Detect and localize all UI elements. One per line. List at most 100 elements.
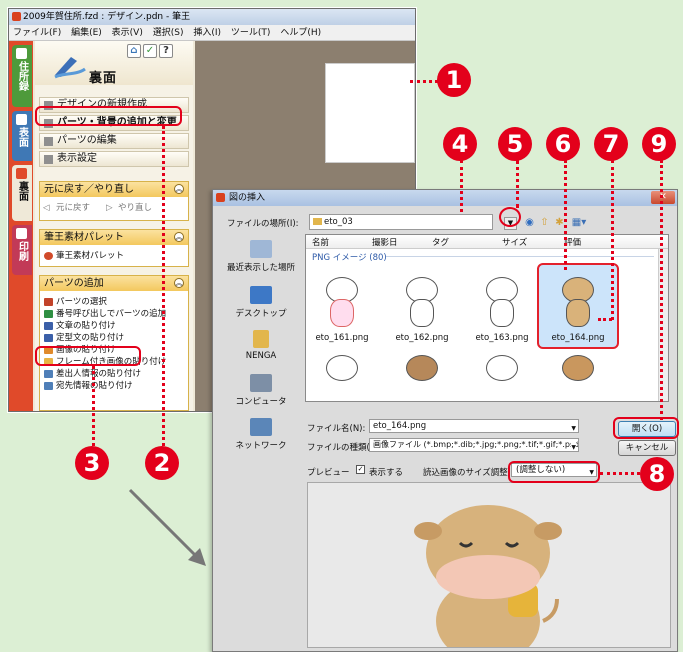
cow-thumbnail-icon <box>549 347 607 407</box>
tab-print[interactable]: 印刷 <box>12 225 32 275</box>
check-icon[interactable]: ✓ <box>143 44 157 58</box>
callout-6: 6 <box>546 127 580 161</box>
back-arrow-icon[interactable]: ◉ <box>523 216 536 229</box>
show-preview-checkbox[interactable]: ✓ <box>356 465 365 474</box>
menu-edit-parts[interactable]: パーツの編集 <box>39 133 189 149</box>
app-icon <box>12 12 21 21</box>
parts-select-item[interactable]: パーツの選択 <box>40 296 188 308</box>
menu-display-settings[interactable]: 表示設定 <box>39 151 189 167</box>
place-recent[interactable]: 最近表示した場所 <box>221 240 301 273</box>
file-item[interactable] <box>466 347 538 411</box>
chevron-down-icon[interactable]: ▼ <box>571 442 576 451</box>
file-item[interactable]: eto_163.png <box>466 269 538 343</box>
section-undo-title: 元に戻す／やり直し <box>44 184 134 195</box>
file-name: eto_163.png <box>475 333 529 343</box>
recent-places-icon <box>250 240 272 258</box>
dialog-icon <box>216 193 225 202</box>
tab-address-book-label: 住所録 <box>16 61 28 91</box>
place-computer[interactable]: コンピュータ <box>221 374 301 407</box>
collapse-icon[interactable]: ︽ <box>174 184 184 194</box>
file-item[interactable]: eto_162.png <box>386 269 458 343</box>
paste-sender-item[interactable]: 差出人情報の貼り付け <box>40 368 188 380</box>
file-item[interactable]: eto_161.png <box>306 269 378 343</box>
tab-back[interactable]: 裏面 <box>12 165 32 221</box>
paste-text-item[interactable]: 文章の貼り付け <box>40 320 188 332</box>
parts-select-label: パーツの選択 <box>56 297 107 307</box>
insert-image-dialog: 図の挿入 ✕ ファイルの場所(I): eto_03 ▼ ◉ ⇧ ✱ ▦▾ 最近表… <box>212 189 678 652</box>
cow-thumbnail-icon <box>473 347 531 407</box>
column-name[interactable]: 名前 <box>312 236 329 248</box>
menu-select[interactable]: 選択(S) <box>153 28 184 38</box>
collapse-icon[interactable]: ︽ <box>174 278 184 288</box>
paste-template-item[interactable]: 定型文の貼り付け <box>40 332 188 344</box>
file-item[interactable] <box>306 347 378 411</box>
filetype-value: 画像ファイル (*.bmp;*.dib;*.jpg;*.png;*.tif;*.… <box>373 440 579 449</box>
location-select[interactable]: eto_03 <box>309 214 493 230</box>
view-menu-icon[interactable]: ▦▾ <box>569 216 589 229</box>
postcard-paper[interactable] <box>325 63 415 163</box>
menu-view[interactable]: 表示(V) <box>112 28 143 38</box>
help-icon[interactable]: ? <box>159 44 173 58</box>
paste-recipient-item[interactable]: 宛先情報の貼り付け <box>40 380 188 392</box>
close-button[interactable]: ✕ <box>651 191 675 204</box>
menu-insert[interactable]: 挿入(I) <box>193 28 221 38</box>
material-palette-item[interactable]: 筆王素材パレット <box>40 250 188 262</box>
callout-line-5 <box>516 160 519 208</box>
location-value: eto_03 <box>324 217 353 227</box>
cancel-button[interactable]: キャンセル <box>618 440 676 456</box>
location-label: ファイルの場所(I): <box>227 219 299 229</box>
callout-line-4 <box>460 160 463 212</box>
paste-text-label: 文章の貼り付け <box>56 321 116 331</box>
network-icon <box>250 418 272 436</box>
menu-tools[interactable]: ツール(T) <box>231 28 271 38</box>
brush-icon <box>54 57 86 79</box>
menu-display-settings-label: 表示設定 <box>57 153 97 164</box>
file-item-selected[interactable]: eto_164.png <box>537 263 619 349</box>
column-date[interactable]: 撮影日 <box>372 236 398 248</box>
filetype-select[interactable]: 画像ファイル (*.bmp;*.dib;*.jpg;*.png;*.tif;*.… <box>369 438 579 452</box>
menu-file[interactable]: ファイル(F) <box>13 28 61 38</box>
section-add-parts-header[interactable]: パーツの追加 ︽ <box>40 276 188 291</box>
menu-help[interactable]: ヘルプ(H) <box>280 28 321 38</box>
place-network[interactable]: ネットワーク <box>221 418 301 451</box>
tab-front[interactable]: 表面 <box>12 111 32 161</box>
cow-preview-icon <box>414 505 562 647</box>
section-add-parts: パーツの追加 ︽ パーツの選択 番号呼び出しでパーツの追加 文章の貼り付け 定型文… <box>39 275 189 411</box>
menu-edit[interactable]: 編集(E) <box>71 28 102 38</box>
section-undo: 元に戻す／やり直し ︽ ◁ 元に戻す ▷ やり直し <box>39 181 189 221</box>
undo-label: 元に戻す <box>56 203 91 213</box>
folder-icon <box>313 218 322 225</box>
chevron-down-icon[interactable]: ▼ <box>571 423 576 435</box>
column-tag[interactable]: タグ <box>432 236 449 248</box>
section-material-header[interactable]: 筆王素材パレット ︽ <box>40 230 188 245</box>
highlight-open-button <box>613 417 679 439</box>
callout-4: 4 <box>443 127 477 161</box>
parts-by-number-item[interactable]: 番号呼び出しでパーツの追加 <box>40 308 188 320</box>
place-desktop[interactable]: デスクトップ <box>221 286 301 319</box>
file-item[interactable] <box>542 347 614 411</box>
place-recent-label: 最近表示した場所 <box>226 263 295 273</box>
place-nenga[interactable]: NENGA <box>221 330 301 361</box>
column-size[interactable]: サイズ <box>502 236 527 248</box>
front-icon <box>16 114 27 125</box>
tab-address-book[interactable]: 住所録 <box>12 45 32 107</box>
highlight-add-parts <box>35 106 182 126</box>
address-book-icon <box>16 48 27 59</box>
section-undo-header[interactable]: 元に戻す／やり直し ︽ <box>40 182 188 197</box>
collapse-icon[interactable]: ︽ <box>174 232 184 242</box>
callout-7: 7 <box>594 127 628 161</box>
group-header: PNG イメージ (80) <box>312 253 387 263</box>
home-icon[interactable]: ⌂ <box>127 44 141 58</box>
filename-input[interactable]: eto_164.png ▼ <box>369 419 579 433</box>
panel-title: 裏面 <box>89 71 118 86</box>
diagonal-arrow-icon <box>128 488 206 566</box>
show-preview-label: 表示する <box>369 468 404 478</box>
callout-line-3 <box>92 366 95 446</box>
number-icon <box>44 310 53 318</box>
filename-label: ファイル名(N): <box>307 424 366 434</box>
bullet-icon <box>44 155 53 164</box>
undo-button[interactable]: ◁ 元に戻す ▷ やり直し <box>40 202 188 214</box>
file-item[interactable] <box>386 347 458 411</box>
up-folder-icon[interactable]: ⇧ <box>538 216 551 229</box>
panel-header: ⌂ ✓ ? 裏面 <box>35 41 193 86</box>
